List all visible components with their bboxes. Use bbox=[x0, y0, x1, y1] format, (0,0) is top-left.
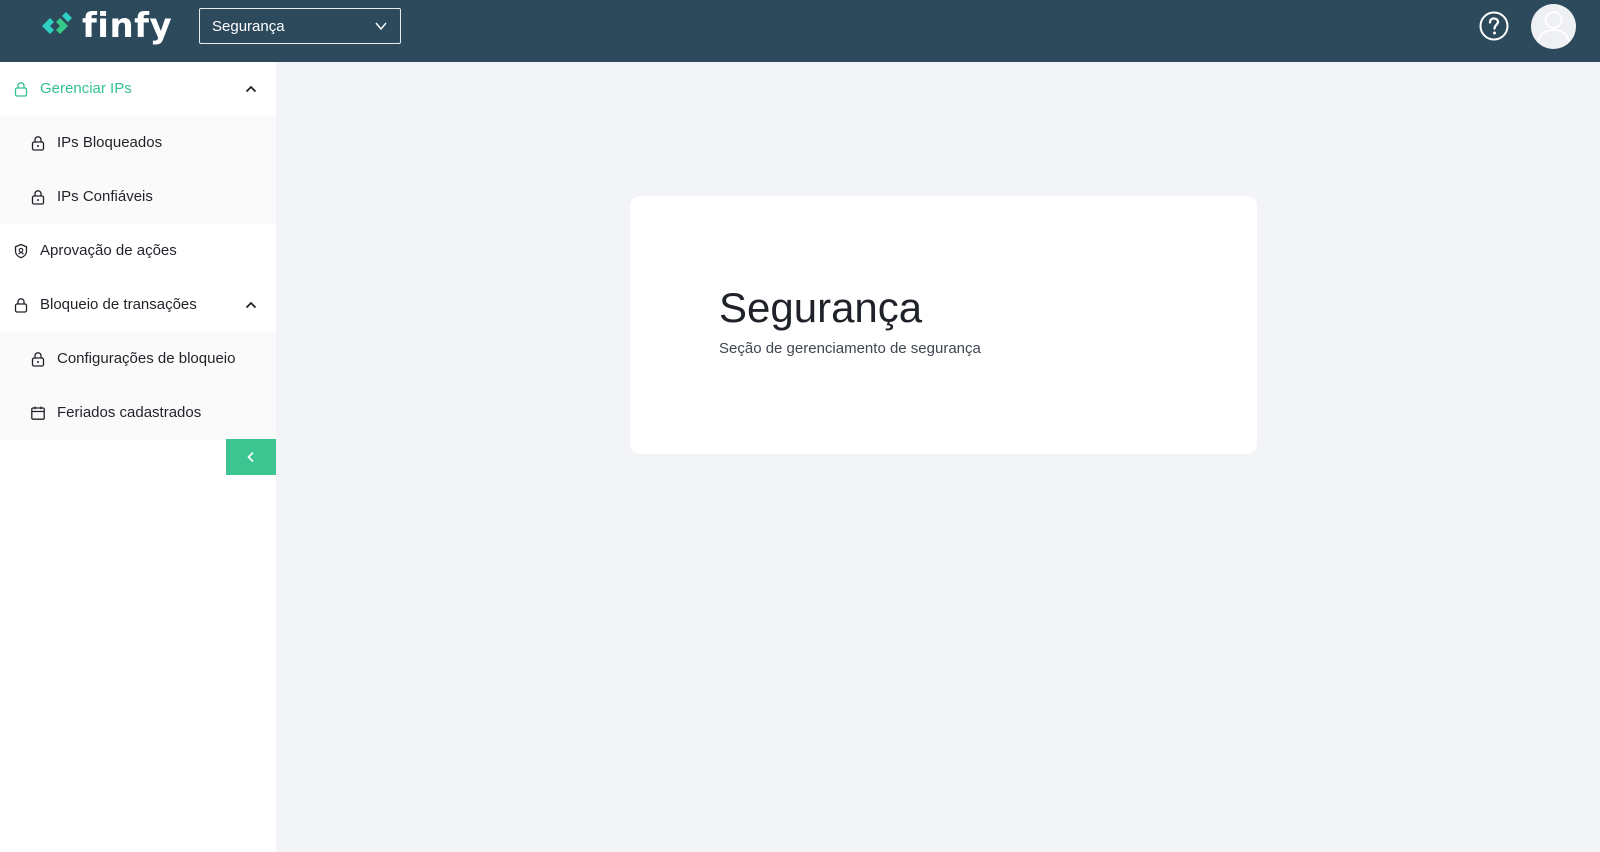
calendar-icon bbox=[31, 406, 45, 420]
user-icon bbox=[1537, 11, 1570, 43]
sidebar-item-label: Aprovação de ações bbox=[40, 242, 177, 259]
sidebar-collapse-button[interactable] bbox=[226, 439, 276, 475]
chevron-up-icon[interactable] bbox=[244, 82, 258, 96]
sidebar-item-configuracoes-de-bloqueio[interactable]: Configurações de bloqueio bbox=[0, 332, 276, 386]
sidebar-item-ips-bloqueados[interactable]: IPs Bloqueados bbox=[0, 116, 276, 170]
user-avatar[interactable] bbox=[1531, 4, 1576, 49]
lock-icon bbox=[31, 190, 45, 205]
sidebar: Gerenciar IPs IPs Bloqueados IPs Confiáv… bbox=[0, 62, 276, 852]
sidebar-item-label: Configurações de bloqueio bbox=[57, 350, 236, 367]
lock-icon bbox=[31, 352, 45, 367]
finfy-logo-icon bbox=[42, 12, 72, 34]
lock-icon bbox=[14, 82, 28, 97]
shield-icon bbox=[14, 243, 28, 259]
sidebar-item-label: Feriados cadastrados bbox=[57, 404, 202, 421]
sidebar-item-aprovacao-de-acoes[interactable]: Aprovação de ações bbox=[0, 224, 276, 278]
module-select-value: Segurança bbox=[212, 17, 285, 35]
sidebar-item-label: IPs Confiáveis bbox=[57, 188, 153, 205]
sidebar-item-feriados-cadastrados[interactable]: Feriados cadastrados bbox=[0, 386, 276, 440]
page-subtitle: Seção de gerenciamento de segurança bbox=[719, 340, 981, 357]
sidebar-item-label: IPs Bloqueados bbox=[57, 134, 163, 151]
sidebar-item-label: Bloqueio de transações bbox=[40, 296, 197, 313]
top-header: finfy Segurança bbox=[0, 0, 1600, 62]
page-title: Segurança bbox=[719, 284, 923, 331]
welcome-card: Segurança Seção de gerenciamento de segu… bbox=[630, 196, 1257, 454]
chevron-left-icon bbox=[247, 451, 254, 463]
sidebar-item-bloqueio-de-transacoes[interactable]: Bloqueio de transações bbox=[0, 278, 276, 332]
sidebar-item-ips-confiaveis[interactable]: IPs Confiáveis bbox=[0, 170, 276, 224]
sidebar-item-gerenciar-ips[interactable]: Gerenciar IPs bbox=[0, 62, 276, 116]
lock-icon bbox=[14, 298, 28, 313]
lock-icon bbox=[31, 136, 45, 151]
module-select[interactable]: Segurança bbox=[199, 8, 401, 44]
chevron-down-icon bbox=[375, 22, 387, 31]
sidebar-item-label: Gerenciar IPs bbox=[40, 80, 132, 97]
help-circle-icon[interactable] bbox=[1478, 10, 1510, 42]
finfy-logo[interactable]: finfy bbox=[38, 6, 172, 46]
logo-text: finfy bbox=[82, 6, 173, 46]
chevron-up-icon[interactable] bbox=[244, 298, 258, 312]
